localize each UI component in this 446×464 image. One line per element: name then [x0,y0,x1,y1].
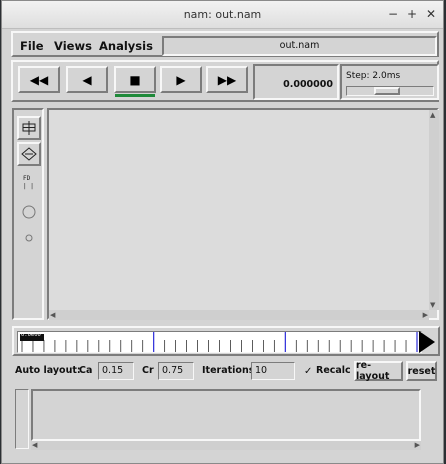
fast-forward-button[interactable]: ▶▶ [206,66,248,93]
horizontal-scrollbar[interactable]: ◀ ▶ [49,310,429,320]
time-display: 0.000000 [253,64,339,100]
filename-text: out.nam [279,40,320,51]
annotation-hscrollbar[interactable]: ◀ ▶ [31,441,421,450]
timeline-bar: 0.0e00 [12,326,440,356]
timeline-ticks [21,332,418,352]
minimize-button[interactable]: − [388,7,398,21]
auto-layout-label: Auto layout: [15,365,81,376]
timeline-track[interactable]: 0.0e00 [17,331,422,353]
iterations-input[interactable]: 10 [251,362,295,380]
cr-label: Cr [142,365,154,376]
scroll-right-arrow-icon[interactable]: ▶ [423,311,428,319]
menu-file[interactable]: File [20,39,44,53]
annotation-list[interactable] [31,389,421,441]
animation-canvas-frame: ▲ ▼ ◀ ▶ [47,108,439,320]
playback-toolbar: ◀◀ ◀ ■ ▶ ▶▶ 0.000000 Step: 2.0ms [11,60,439,102]
ca-label: Ca [79,365,93,376]
annotation-scroll-right-icon[interactable]: ▶ [415,441,420,449]
reset-button[interactable]: reset [406,361,437,381]
svg-text:FD: FD [23,175,31,182]
timeline-play-icon[interactable] [419,331,435,353]
time-value: 0.000000 [283,79,333,90]
step-control: Step: 2.0ms [340,64,439,100]
stop-button[interactable]: ■ [114,66,156,93]
cr-input[interactable]: 0.75 [158,362,194,380]
link-tool-icon[interactable] [17,142,41,166]
menu-bar: File Views Analysis out.nam [11,31,439,57]
select-tool-icon[interactable] [17,116,41,140]
scroll-down-arrow-icon[interactable]: ▼ [430,301,435,309]
animation-canvas[interactable] [49,110,429,310]
step-slider[interactable] [346,86,434,96]
auto-layout-panel: Auto layout: Ca 0.15 Cr 0.75 Iterations … [11,359,439,383]
window-title: nam: out.nam [183,8,262,21]
menu-views[interactable]: Views [54,39,92,53]
maximize-button[interactable]: + [407,7,417,21]
play-button[interactable]: ▶ [160,66,202,93]
iterations-label: Iterations [202,365,255,376]
recalc-checkbox[interactable]: ✓ [304,366,312,377]
annotation-vscrollbar[interactable] [15,389,29,449]
nam-window: nam: out.nam − + ✕ File Views Analysis o… [1,0,444,464]
relayout-button[interactable]: re-layout [354,360,403,382]
step-back-button[interactable]: ◀ [66,66,108,93]
recalc-label: Recalc [316,365,351,376]
node-circle-icon[interactable] [17,200,41,224]
timeline-marker[interactable]: 0.0e00 [20,332,44,341]
scroll-up-arrow-icon[interactable]: ▲ [430,111,435,119]
step-slider-thumb[interactable] [374,87,400,95]
agent-circle-icon[interactable] [17,226,41,250]
title-bar[interactable]: nam: out.nam − + ✕ [2,1,443,29]
vertical-scrollbar[interactable]: ▲ ▼ [429,110,439,310]
svg-text:| |: | | [23,183,34,190]
tool-palette: FD | | [12,108,44,320]
menu-analysis[interactable]: Analysis [99,39,153,53]
ca-input[interactable]: 0.15 [98,362,134,380]
annotation-scroll-left-icon[interactable]: ◀ [32,441,37,449]
rewind-button[interactable]: ◀◀ [18,66,60,93]
step-label: Step: 2.0ms [346,71,401,81]
grid-tool-icon[interactable]: FD | | [17,170,41,194]
stop-active-indicator [115,94,155,97]
timeline-marker-label: 0.0e00 [21,332,41,338]
filename-display: out.nam [162,36,437,56]
close-button[interactable]: ✕ [426,7,436,21]
scroll-left-arrow-icon[interactable]: ◀ [50,311,55,319]
annotation-pane: ◀ ▶ [15,389,435,451]
